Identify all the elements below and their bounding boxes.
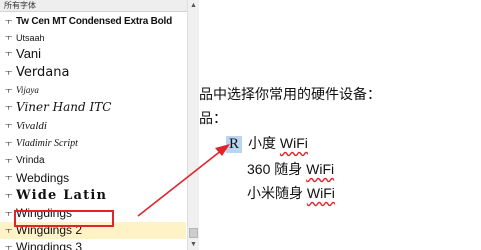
font-item-wingdings-3[interactable]: ㅜ Wingdings 3 <box>0 239 186 250</box>
font-item-label: Vani <box>16 46 42 61</box>
truetype-icon: ㅜ <box>5 49 13 58</box>
wifi-word: WiFi <box>306 185 335 201</box>
truetype-icon: ㅜ <box>5 226 13 235</box>
wifi-word: WiFi <box>306 161 335 177</box>
truetype-icon: ㅜ <box>5 209 13 218</box>
scroll-thumb[interactable] <box>189 228 198 238</box>
truetype-icon: ㅜ <box>5 33 13 42</box>
document-line-2: 品： <box>199 111 227 127</box>
truetype-icon: ㅜ <box>5 243 13 250</box>
truetype-icon: ㅜ <box>5 191 13 200</box>
font-dropdown[interactable]: 所有字体 ㅜ Tw Cen MT Condensed Extra Bold ㅜ … <box>0 0 199 250</box>
device-item-xiaomi: 小米随身 WiFi <box>247 183 335 203</box>
font-item-label: Vladimir Script <box>16 138 78 149</box>
truetype-icon: ㅜ <box>5 156 13 165</box>
truetype-icon: ㅜ <box>5 103 13 112</box>
font-item-label: Webdings <box>16 171 70 185</box>
document-line-1: 品中选择你常用的硬件设备： <box>199 87 381 103</box>
font-item-label: Verdana <box>16 65 70 80</box>
truetype-icon: ㅜ <box>5 17 13 26</box>
truetype-icon: ㅜ <box>5 173 13 182</box>
truetype-icon: ㅜ <box>5 139 13 148</box>
font-list-header: 所有字体 <box>0 0 188 12</box>
font-item-label: Viner Hand ITC <box>16 100 112 114</box>
scroll-down-icon[interactable]: ▼ <box>188 239 199 250</box>
font-item-label: Vivaldi <box>16 120 47 132</box>
font-item-label: Wingdings 3 <box>16 240 83 250</box>
device-prefix: 小米随身 <box>247 185 307 201</box>
font-item-label: Vrinda <box>16 155 45 166</box>
font-item-viner-hand-itc[interactable]: ㅜ Viner Hand ITC <box>0 98 186 117</box>
scroll-up-icon[interactable]: ▲ <box>188 0 199 11</box>
font-list-scrollbar[interactable]: ▲ ▼ <box>187 0 199 250</box>
font-item-label: Tw Cen MT Condensed Extra Bold <box>16 16 173 27</box>
wifi-word: WiFi <box>279 135 308 151</box>
font-item-utsaah[interactable]: ㅜ Utsaah <box>0 31 186 45</box>
font-item-tw-cen-mt[interactable]: ㅜ Tw Cen MT Condensed Extra Bold <box>0 13 186 30</box>
truetype-icon: ㅜ <box>5 86 13 95</box>
device-prefix: 小度 <box>248 135 280 151</box>
font-item-webdings[interactable]: ㅜ Webdings <box>0 169 186 187</box>
font-item-label: Wide Latin <box>16 188 108 203</box>
font-item-vrinda[interactable]: ㅜ Vrinda <box>0 153 186 169</box>
truetype-icon: ㅜ <box>5 68 13 77</box>
truetype-icon: ㅜ <box>5 121 13 130</box>
font-item-vijaya[interactable]: ㅜ Vijaya <box>0 83 186 98</box>
device-prefix: 360 随身 <box>247 161 307 177</box>
font-item-vivaldi[interactable]: ㅜ Vivaldi <box>0 117 186 135</box>
font-item-verdana[interactable]: ㅜ Verdana <box>0 63 186 83</box>
font-item-wide-latin[interactable]: ㅜ Wide Latin <box>0 187 186 205</box>
font-item-vladimir-script[interactable]: ㅜ Vladimir Script <box>0 135 186 153</box>
font-item-vani[interactable]: ㅜ Vani <box>0 45 186 63</box>
red-highlight-box <box>14 210 114 227</box>
font-item-label: Utsaah <box>16 33 45 43</box>
font-item-label: Vijaya <box>16 85 39 95</box>
inserted-symbol[interactable]: R <box>226 136 243 153</box>
device-item-xiaodu: R 小度 WiFi <box>226 133 308 153</box>
device-item-360: 360 随身 WiFi <box>247 159 334 179</box>
